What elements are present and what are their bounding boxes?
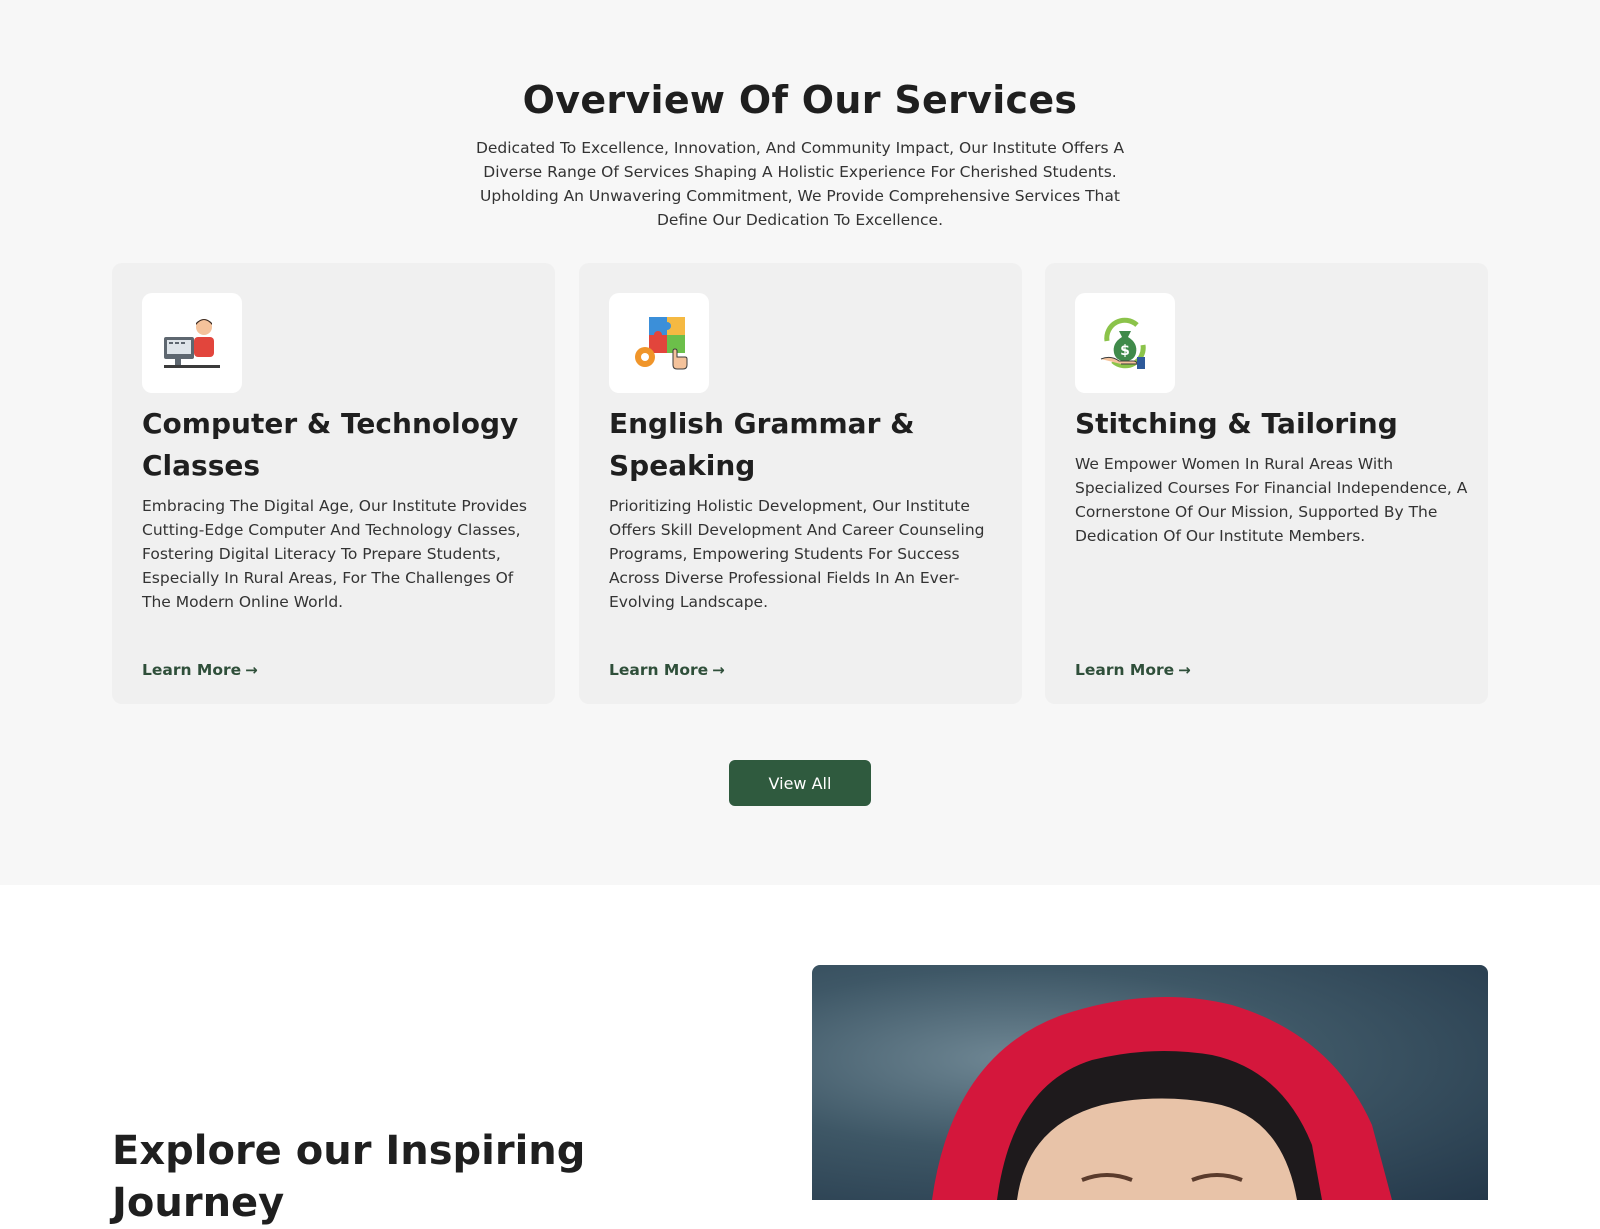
- journey-section: Explore our Inspiring Journey: [0, 885, 1600, 1226]
- card-description: Embracing The Digital Age, Our Institute…: [142, 497, 527, 611]
- learn-more-link[interactable]: Learn More →: [142, 661, 258, 679]
- learn-more-link[interactable]: Learn More →: [1075, 661, 1191, 679]
- computer-classes-icon: [142, 293, 242, 393]
- learn-more-label: Learn More: [609, 661, 709, 679]
- services-title: Overview Of Our Services: [522, 78, 1078, 122]
- learn-more-label: Learn More: [1075, 661, 1175, 679]
- card-title: English Grammar & Speaking: [609, 407, 915, 482]
- svg-text:$: $: [1120, 343, 1130, 359]
- service-card-stitching: $ Stitching & Tailoring We Empower Women…: [1045, 263, 1488, 704]
- founder-photo: [812, 965, 1488, 1200]
- view-all-button[interactable]: View All: [729, 760, 871, 806]
- money-bag-icon: $: [1075, 293, 1175, 393]
- card-description: Prioritizing Holistic Development, Our I…: [609, 497, 985, 611]
- learn-more-link[interactable]: Learn More →: [609, 661, 725, 679]
- learn-more-label: Learn More: [142, 661, 242, 679]
- card-title: Computer & Technology Classes: [142, 407, 519, 482]
- card-title: Stitching & Tailoring: [1075, 407, 1398, 440]
- arrow-right-icon: →: [712, 661, 725, 679]
- arrow-right-icon: →: [245, 661, 258, 679]
- services-subtitle: Dedicated To Excellence, Innovation, And…: [475, 139, 1125, 229]
- journey-title: Explore our Inspiring Journey: [112, 1128, 586, 1226]
- arrow-right-icon: →: [1178, 661, 1191, 679]
- card-description: We Empower Women In Rural Areas With Spe…: [1075, 455, 1468, 545]
- puzzle-skills-icon: [609, 293, 709, 393]
- service-card-english: English Grammar & Speaking Prioritizing …: [579, 263, 1022, 704]
- service-card-computer: Computer & Technology Classes Embracing …: [112, 263, 555, 704]
- services-section: Overview Of Our Services Dedicated To Ex…: [0, 0, 1600, 885]
